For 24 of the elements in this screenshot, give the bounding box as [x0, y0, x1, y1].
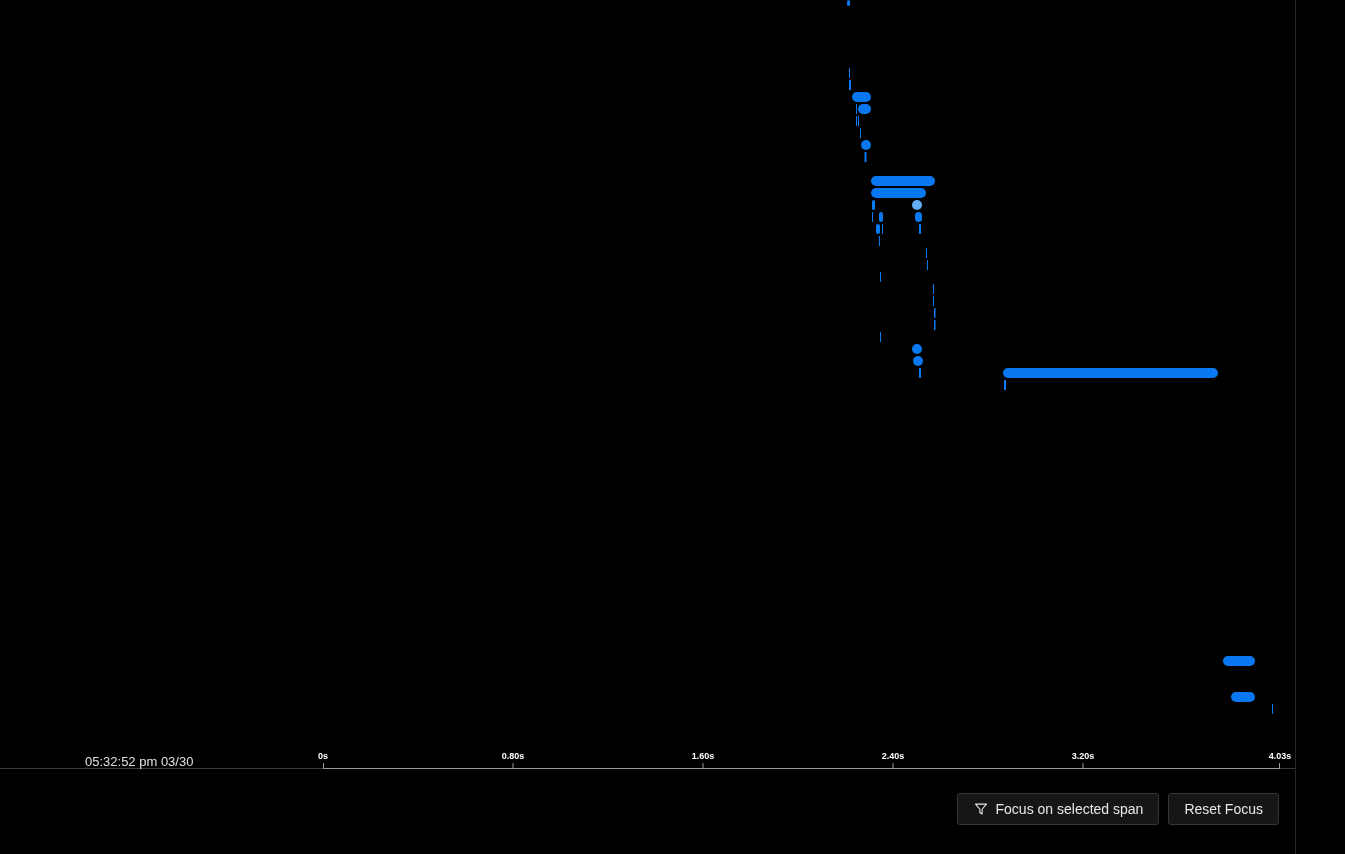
span-bar[interactable]	[915, 212, 922, 222]
span-bar[interactable]	[871, 176, 935, 186]
span-bar[interactable]	[872, 200, 875, 210]
filter-icon	[974, 803, 987, 815]
span-line[interactable]	[934, 320, 936, 330]
tick-label: 2.40s	[881, 751, 905, 762]
tick-label: 0.80s	[501, 751, 525, 762]
span-bar[interactable]	[876, 224, 880, 234]
span-bar[interactable]	[852, 92, 871, 102]
span-bar[interactable]	[1231, 692, 1255, 702]
span-line[interactable]	[864, 152, 867, 162]
span-line[interactable]	[934, 308, 936, 318]
span-bar[interactable]	[879, 212, 883, 222]
span-bar[interactable]	[871, 188, 926, 198]
tick-label: 3.20s	[1071, 751, 1095, 762]
reset-focus-button[interactable]: Reset Focus	[1168, 793, 1279, 825]
span-bar[interactable]	[1223, 656, 1255, 666]
span-bar[interactable]	[858, 104, 871, 114]
tick-label: 1.60s	[691, 751, 715, 762]
tick-label: 0s	[318, 751, 328, 762]
start-time: 05:32:52 pm 03/30	[85, 754, 194, 769]
span-bar[interactable]	[847, 0, 850, 6]
focus-selected-span-button[interactable]: Focus on selected span	[956, 793, 1160, 825]
tick-label: 4.03s	[1268, 751, 1292, 762]
